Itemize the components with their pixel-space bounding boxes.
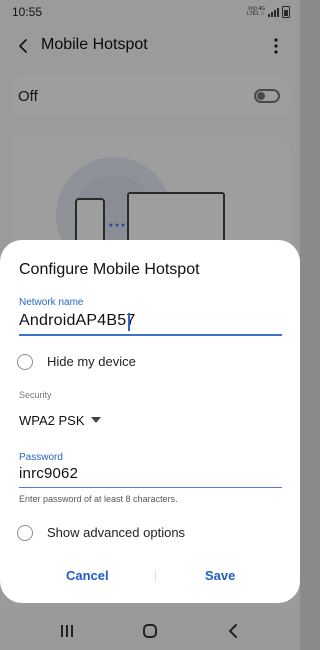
advanced-options-radio[interactable] <box>17 525 33 541</box>
password-helper-text: Enter password of at least 8 characters. <box>19 494 178 504</box>
save-button[interactable]: Save <box>205 568 235 583</box>
text-cursor <box>128 313 130 331</box>
network-name-label: Network name <box>19 297 84 308</box>
hide-device-option[interactable]: Hide my device <box>17 352 287 376</box>
navigation-bar <box>0 610 300 650</box>
advanced-options-option[interactable]: Show advanced options <box>17 523 287 547</box>
dialog-title: Configure Mobile Hotspot <box>19 261 200 278</box>
security-dropdown[interactable]: WPA2 PSK <box>19 410 101 430</box>
password-underline <box>19 487 282 488</box>
home-icon[interactable] <box>140 622 160 640</box>
hide-device-radio[interactable] <box>17 354 33 370</box>
button-divider <box>155 570 156 582</box>
password-input[interactable]: inrc9062 <box>19 465 78 482</box>
network-name-input[interactable]: AndroidAP4B57 <box>19 312 135 330</box>
password-label: Password <box>19 452 63 463</box>
hide-device-label: Hide my device <box>47 354 136 369</box>
cancel-button[interactable]: Cancel <box>66 568 109 583</box>
security-value: WPA2 PSK <box>19 412 85 428</box>
back-icon[interactable] <box>224 622 244 640</box>
recents-icon[interactable] <box>57 622 77 640</box>
security-label: Security <box>19 390 52 400</box>
dropdown-arrow-icon <box>90 417 101 423</box>
network-name-underline <box>19 334 282 336</box>
advanced-options-label: Show advanced options <box>47 525 186 540</box>
configure-hotspot-dialog: Configure Mobile Hotspot Network name An… <box>0 240 300 603</box>
